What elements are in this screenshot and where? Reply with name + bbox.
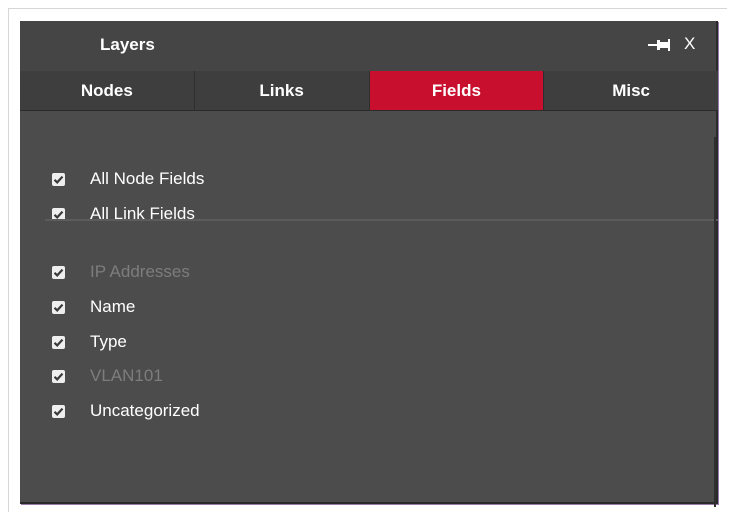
tab-links[interactable]: Links	[195, 71, 370, 110]
field-label: VLAN101	[90, 366, 163, 385]
checkmark-icon	[53, 338, 64, 347]
field-label: All Node Fields	[90, 169, 205, 188]
field-row-name[interactable]: Name	[52, 295, 135, 319]
panel-title: Layers	[100, 35, 155, 54]
field-row-vlan101[interactable]: VLAN101	[52, 364, 163, 388]
tab-nodes[interactable]: Nodes	[20, 71, 195, 110]
field-row-all-link-fields[interactable]: All Link Fields	[52, 202, 195, 226]
pin-icon[interactable]	[648, 38, 670, 52]
checkmark-icon	[53, 407, 64, 416]
scrollbar[interactable]	[714, 137, 716, 507]
field-row-all-node-fields[interactable]: All Node Fields	[52, 167, 204, 191]
close-button[interactable]: X	[684, 34, 695, 54]
checkbox[interactable]	[52, 300, 65, 314]
panel-titlebar[interactable]: Layers X	[20, 21, 716, 71]
checkmark-icon	[53, 303, 64, 312]
field-label: IP Addresses	[90, 262, 190, 281]
checkbox[interactable]	[52, 404, 65, 418]
checkbox[interactable]	[52, 172, 65, 186]
tab-misc[interactable]: Misc	[544, 71, 718, 110]
checkbox[interactable]	[52, 335, 65, 349]
checkmark-icon	[53, 268, 64, 277]
field-label: Uncategorized	[90, 401, 200, 420]
field-label: Name	[90, 297, 136, 316]
checkbox[interactable]	[52, 265, 65, 279]
tab-bar: Nodes Links Fields Misc	[20, 71, 718, 111]
field-row-ip-addresses[interactable]: IP Addresses	[52, 260, 190, 284]
field-label: All Link Fields	[90, 204, 195, 223]
field-row-uncategorized[interactable]: Uncategorized	[52, 399, 200, 423]
layers-panel: Layers X Nodes Links Fields Misc All Nod…	[20, 21, 718, 507]
fields-tab-content: All Node Fields All Link Fields IP Addre…	[20, 111, 718, 502]
checkmark-icon	[53, 175, 64, 184]
divider	[45, 219, 718, 221]
checkmark-icon	[53, 372, 64, 381]
checkbox[interactable]	[52, 369, 65, 383]
tab-fields[interactable]: Fields	[369, 71, 545, 110]
field-label: Type	[90, 332, 127, 351]
field-row-type[interactable]: Type	[52, 330, 127, 354]
